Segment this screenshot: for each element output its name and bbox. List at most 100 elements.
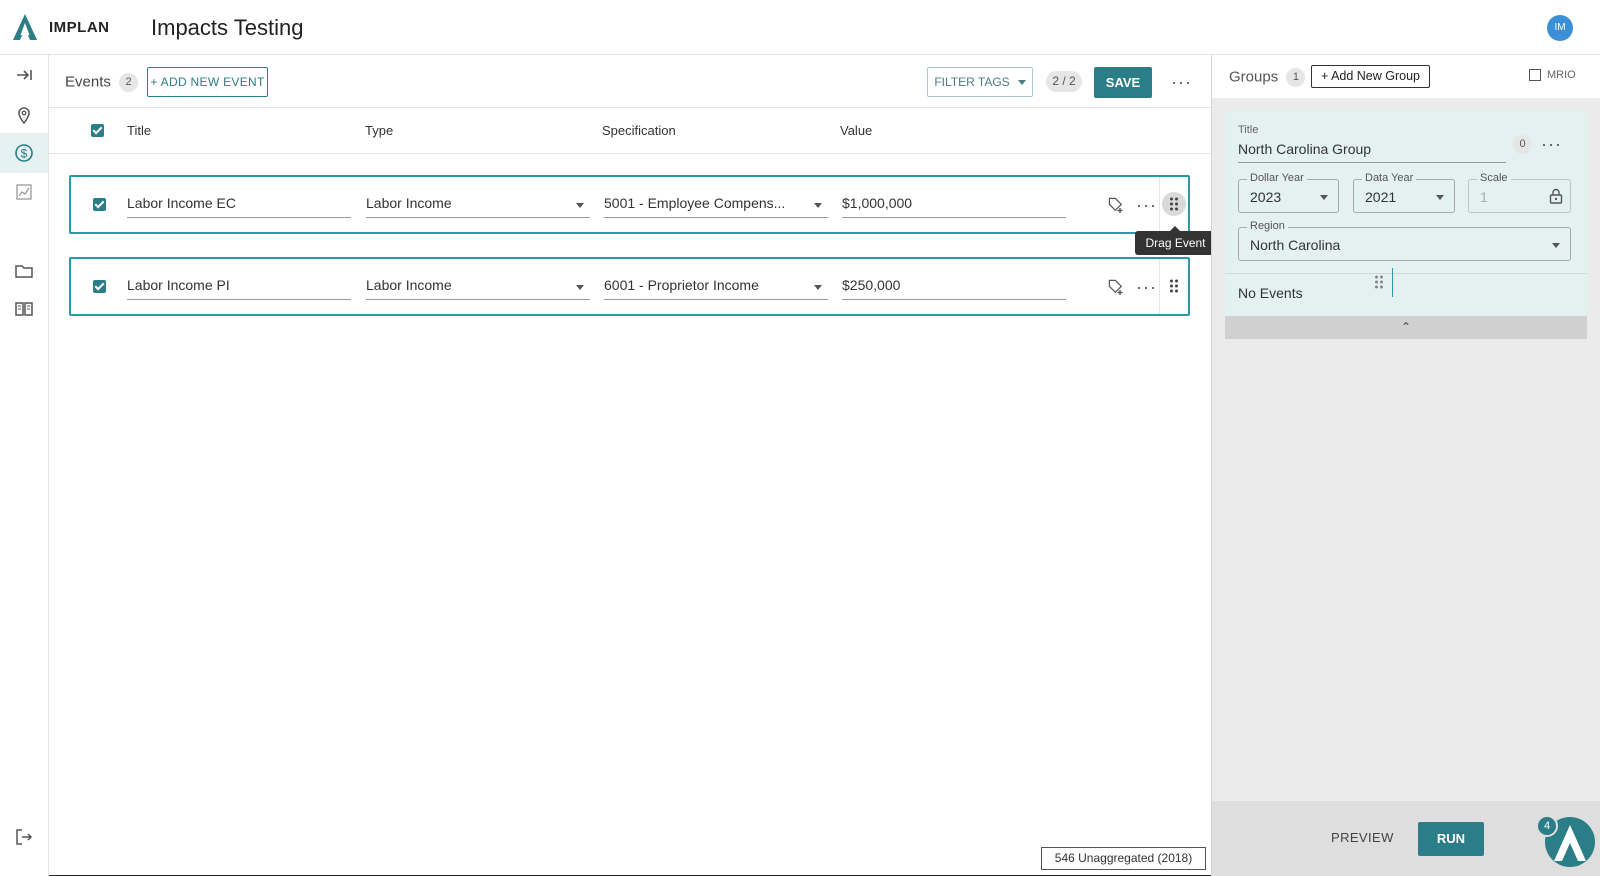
implan-logo-icon bbox=[13, 14, 37, 40]
group-divider bbox=[1225, 273, 1587, 274]
drag-event-tooltip: Drag Event bbox=[1135, 226, 1216, 255]
scale-input[interactable]: Scale 1 bbox=[1468, 172, 1571, 213]
dollar-year-select[interactable]: Dollar Year 2023 bbox=[1238, 172, 1339, 213]
data-year-select[interactable]: Data Year 2021 bbox=[1353, 172, 1455, 213]
scale-label: Scale bbox=[1477, 172, 1511, 184]
region-select[interactable]: Region North Carolina bbox=[1238, 220, 1571, 261]
chevron-up-icon: ⌃ bbox=[1400, 320, 1412, 334]
dataset-status-tag: 546 Unaggregated (2018) bbox=[1041, 847, 1206, 870]
chevron-down-icon bbox=[576, 203, 584, 208]
events-column-header: Title Type Specification Value bbox=[49, 108, 1211, 154]
groups-label: Groups bbox=[1229, 68, 1279, 86]
results-nav-button[interactable] bbox=[0, 172, 48, 212]
region-value: North Carolina bbox=[1250, 237, 1341, 253]
top-bar: IMPLAN Impacts Testing IM bbox=[0, 0, 1600, 55]
drop-indicator bbox=[1392, 268, 1393, 297]
lock-icon[interactable] bbox=[1549, 188, 1563, 204]
group-event-count-badge: 0 bbox=[1513, 135, 1532, 154]
mrio-checkbox[interactable] bbox=[1529, 69, 1541, 81]
drag-event-handle[interactable] bbox=[1162, 192, 1186, 216]
preview-button[interactable]: PREVIEW bbox=[1331, 830, 1394, 845]
event-specification-select[interactable]: 6001 - Proprietor Income bbox=[604, 274, 828, 300]
select-all-checkbox[interactable] bbox=[91, 124, 104, 137]
event-more-menu-icon[interactable]: ··· bbox=[1136, 196, 1157, 214]
map-pin-icon bbox=[18, 107, 30, 125]
event-pager-badge: 2 / 2 bbox=[1046, 71, 1082, 92]
events-heading: Events 2 bbox=[65, 73, 139, 92]
chevron-down-icon bbox=[1320, 195, 1328, 200]
brand-name: IMPLAN bbox=[49, 19, 110, 36]
drag-grip-icon bbox=[1170, 279, 1178, 293]
projects-nav-button[interactable] bbox=[0, 251, 48, 291]
event-row-checkbox[interactable] bbox=[93, 280, 106, 293]
chevron-down-icon bbox=[1017, 79, 1026, 85]
event-value-value: $1,000,000 bbox=[842, 195, 913, 211]
event-specification-value: 6001 - Proprietor Income bbox=[604, 277, 759, 293]
logout-icon bbox=[16, 829, 33, 845]
mrio-toggle[interactable]: MRIO bbox=[1529, 69, 1576, 81]
groups-footer: PREVIEW RUN 4 bbox=[1212, 801, 1600, 876]
data-year-label: Data Year bbox=[1362, 172, 1417, 184]
add-new-group-button[interactable]: + Add New Group bbox=[1311, 65, 1430, 88]
event-value-input[interactable]: $1,000,000 bbox=[842, 192, 1066, 218]
filter-tags-button[interactable]: FILTER TAGS bbox=[927, 67, 1033, 97]
drag-event-handle[interactable] bbox=[1162, 274, 1186, 298]
scale-value: 1 bbox=[1480, 189, 1488, 205]
folder-icon bbox=[15, 265, 33, 278]
events-toolbar: Events 2 + ADD NEW EVENT FILTER TAGS 2 /… bbox=[49, 55, 1211, 108]
impacts-nav-button[interactable]: $ bbox=[0, 133, 48, 173]
docs-nav-button[interactable] bbox=[0, 289, 48, 329]
drag-zone bbox=[1159, 177, 1188, 232]
expand-nav-button[interactable] bbox=[0, 55, 48, 95]
chevron-down-icon bbox=[1436, 195, 1444, 200]
region-label: Region bbox=[1247, 220, 1288, 232]
events-more-menu-icon[interactable]: ··· bbox=[1171, 73, 1192, 91]
add-new-event-button[interactable]: + ADD NEW EVENT bbox=[147, 67, 268, 97]
chevron-down-icon bbox=[814, 285, 822, 290]
arrow-right-bar-icon bbox=[17, 70, 32, 80]
event-type-value: Labor Income bbox=[366, 195, 452, 211]
event-title-value: Labor Income PI bbox=[127, 277, 230, 293]
mrio-label: MRIO bbox=[1547, 69, 1576, 81]
group-title-input[interactable]: North Carolina Group bbox=[1238, 139, 1506, 163]
group-title-label: Title bbox=[1238, 124, 1259, 136]
column-specification: Specification bbox=[602, 123, 676, 138]
page-title: Impacts Testing bbox=[151, 15, 304, 40]
event-row: Labor Income PI Labor Income 6001 - Prop… bbox=[69, 257, 1190, 316]
event-type-value: Labor Income bbox=[366, 277, 452, 293]
logout-button[interactable] bbox=[0, 817, 48, 857]
event-more-menu-icon[interactable]: ··· bbox=[1136, 278, 1157, 296]
dollar-year-label: Dollar Year bbox=[1247, 172, 1307, 184]
event-value-value: $250,000 bbox=[842, 277, 901, 293]
groups-header: Groups 1 + Add New Group MRIO bbox=[1212, 55, 1600, 98]
run-button[interactable]: RUN bbox=[1418, 822, 1484, 856]
column-title: Title bbox=[127, 123, 152, 138]
group-more-menu-icon[interactable]: ··· bbox=[1541, 135, 1562, 153]
event-row-checkbox[interactable] bbox=[93, 198, 106, 211]
dollar-year-value: 2023 bbox=[1250, 189, 1282, 205]
user-avatar[interactable]: IM bbox=[1547, 15, 1573, 41]
notification-count-badge: 4 bbox=[1536, 815, 1558, 837]
groups-panel: Groups 1 + Add New Group MRIO Title Nort… bbox=[1211, 55, 1600, 876]
drag-zone bbox=[1159, 259, 1188, 314]
event-type-select[interactable]: Labor Income bbox=[366, 274, 590, 300]
event-title-input[interactable]: Labor Income PI bbox=[127, 274, 351, 300]
save-button[interactable]: SAVE bbox=[1094, 67, 1152, 98]
region-nav-button[interactable] bbox=[0, 95, 48, 135]
group-title-value: North Carolina Group bbox=[1238, 141, 1372, 157]
collapse-group-button[interactable]: ⌃ bbox=[1225, 316, 1587, 339]
chevron-down-icon bbox=[814, 203, 822, 208]
event-type-select[interactable]: Labor Income bbox=[366, 192, 590, 218]
drop-target-grip-icon bbox=[1375, 275, 1383, 289]
dollar-circle-icon: $ bbox=[15, 144, 33, 162]
chevron-down-icon bbox=[1552, 243, 1560, 248]
column-value: Value bbox=[840, 123, 873, 138]
event-title-input[interactable]: Labor Income EC bbox=[127, 192, 351, 218]
group-card: Title North Carolina Group 0 ··· Dollar … bbox=[1225, 111, 1587, 336]
event-specification-select[interactable]: 5001 - Employee Compens... bbox=[604, 192, 828, 218]
add-tag-icon[interactable] bbox=[1106, 277, 1126, 297]
events-count-badge: 2 bbox=[119, 73, 139, 92]
event-value-input[interactable]: $250,000 bbox=[842, 274, 1066, 300]
data-year-value: 2021 bbox=[1365, 189, 1397, 205]
add-tag-icon[interactable] bbox=[1106, 195, 1126, 215]
